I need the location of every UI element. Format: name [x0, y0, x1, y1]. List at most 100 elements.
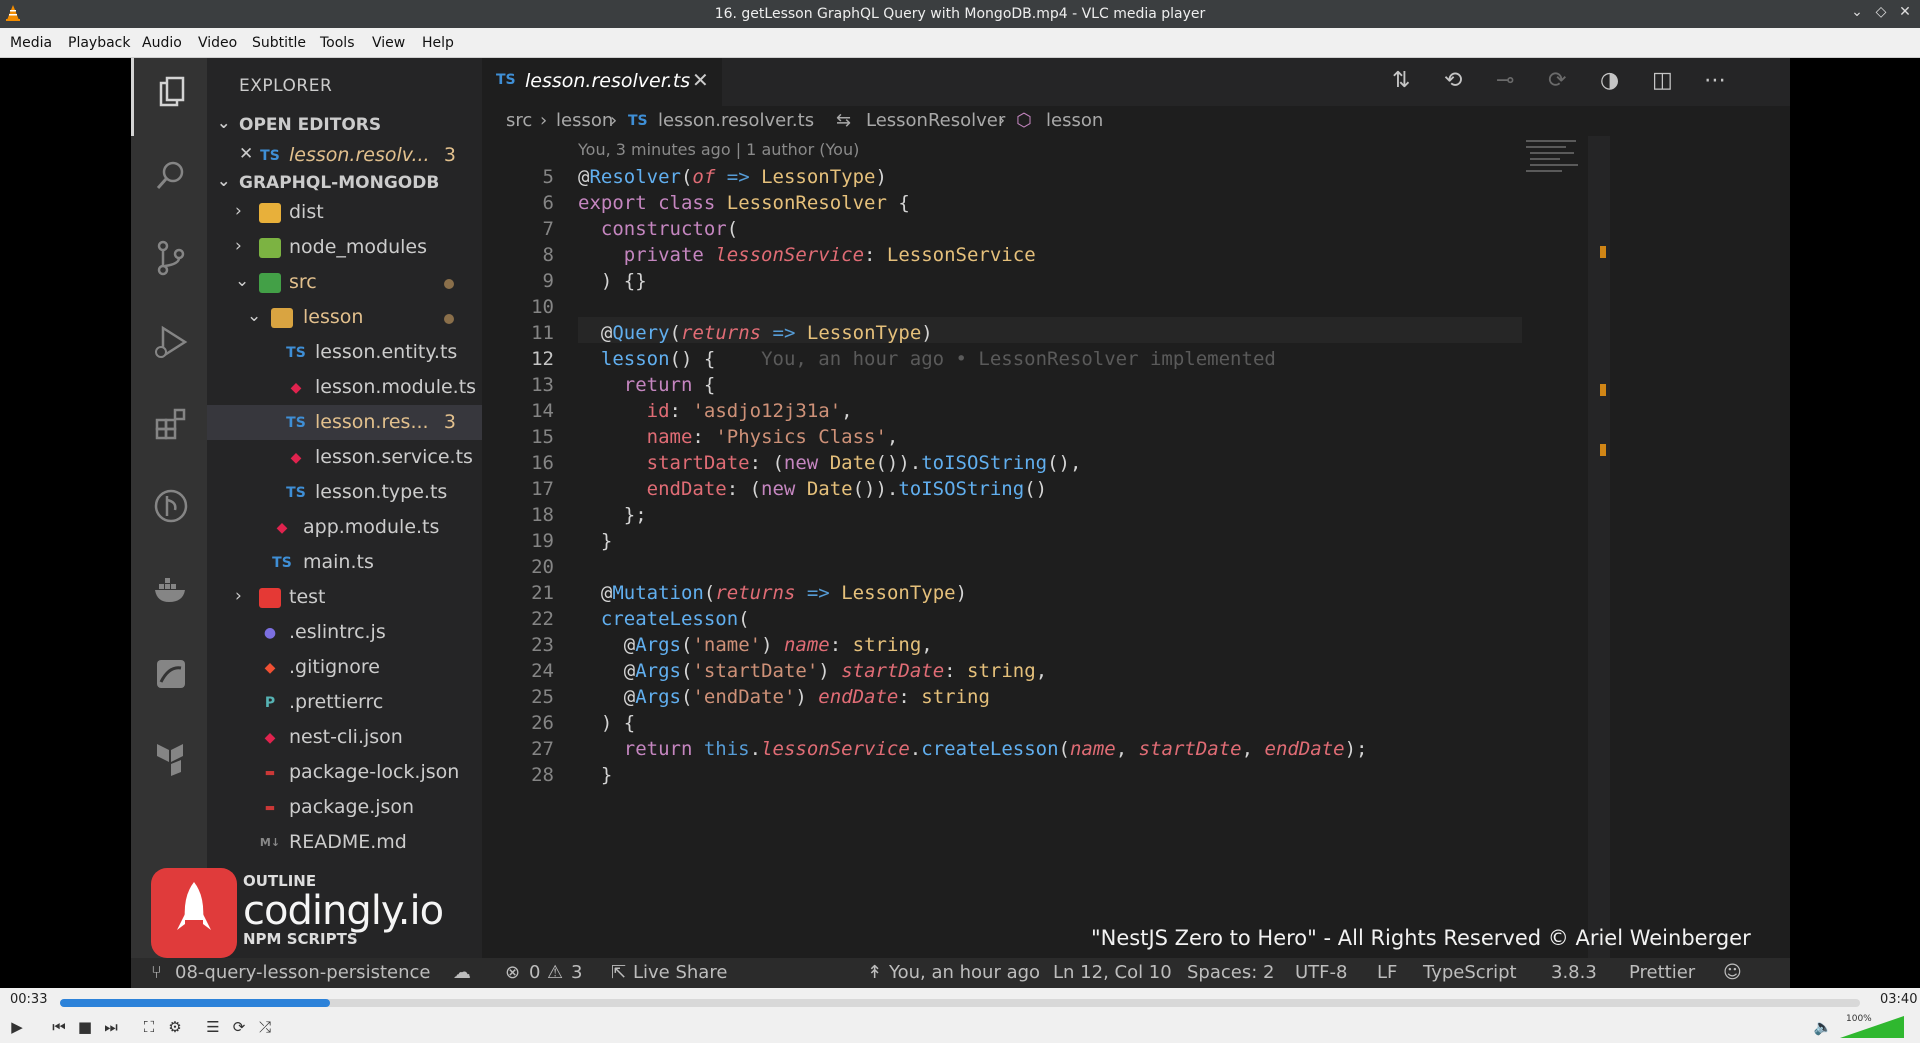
tree-item-src[interactable]: ⌄ src	[207, 265, 482, 300]
minimize-icon[interactable]: ⌄	[1848, 4, 1866, 20]
close-icon[interactable]: ✕	[239, 144, 253, 164]
previous-button[interactable]: ⏮	[48, 1016, 70, 1038]
timeline-icon[interactable]: ⊸	[1496, 68, 1514, 93]
sync-icon[interactable]: ☁	[453, 962, 471, 983]
stop-button[interactable]: ■	[74, 1016, 96, 1038]
breadcrumb-src[interactable]: src	[506, 110, 532, 131]
method-icon: ⬡	[1016, 110, 1032, 131]
elapsed-time[interactable]: 00:33	[10, 992, 47, 1007]
volume-icon[interactable]: 🔈	[1812, 1016, 1834, 1038]
tree-item-readme[interactable]: M↓ README.md	[207, 825, 482, 860]
tree-item-nest-cli[interactable]: ◆ nest-cli.json	[207, 720, 482, 755]
menu-subtitle[interactable]: Subtitle	[252, 35, 306, 51]
fullscreen-button[interactable]: ⛶	[138, 1016, 160, 1038]
tree-item-label: nest-cli.json	[289, 726, 403, 748]
split-editor-icon[interactable]: ◫	[1652, 68, 1673, 93]
breadcrumb-method[interactable]: lesson	[1046, 110, 1103, 131]
video-area[interactable]: EXPLORER ⌄ OPEN EDITORS ✕ TS lesson.reso…	[0, 58, 1920, 988]
menu-video[interactable]: Video	[198, 35, 237, 51]
tree-item-label: lesson.module.ts	[315, 376, 477, 398]
close-icon[interactable]: ✕	[692, 68, 709, 92]
menu-playback[interactable]: Playback	[68, 35, 130, 51]
tree-item-dist[interactable]: › dist	[207, 195, 482, 230]
tree-item-main[interactable]: TS main.ts	[207, 545, 482, 580]
tree-item-lesson-resolver[interactable]: TS lesson.res... 3	[207, 405, 482, 440]
shuffle-button[interactable]: ⤮	[254, 1016, 276, 1038]
encoding[interactable]: UTF-8	[1295, 962, 1347, 983]
vertical-scrollbar[interactable]	[1588, 136, 1610, 958]
tree-item-package-lock[interactable]: ▬ package-lock.json	[207, 755, 482, 790]
codelens-authors[interactable]: You, 3 minutes ago | 1 author (You)	[578, 140, 859, 159]
branch-name[interactable]: 08-query-lesson-persistence	[175, 962, 430, 983]
menu-media[interactable]: Media	[10, 35, 52, 51]
folder-icon	[271, 308, 293, 328]
nest-icon: ◆	[276, 520, 288, 536]
next-button[interactable]: ⏭	[100, 1016, 122, 1038]
go-back-icon[interactable]: ⟲	[1444, 68, 1462, 93]
warning-count[interactable]: 3	[571, 962, 582, 983]
tree-item-prettierrc[interactable]: P .prettierrc	[207, 685, 482, 720]
breadcrumb-class[interactable]: LessonResolver	[866, 110, 1005, 131]
code-editor[interactable]: You, 3 minutes ago | 1 author (You) 5 6 …	[482, 136, 1523, 958]
prettier-status[interactable]: Prettier	[1629, 962, 1695, 983]
end-of-line[interactable]: LF	[1377, 962, 1397, 983]
live-share-button[interactable]: Live Share	[633, 962, 727, 983]
status-blame[interactable]: You, an hour ago	[889, 962, 1040, 983]
project-section[interactable]: ⌄ GRAPHQL-MONGODB	[207, 168, 482, 198]
close-icon[interactable]: ✕	[1896, 4, 1914, 20]
menu-audio[interactable]: Audio	[142, 35, 182, 51]
menu-view[interactable]: View	[372, 35, 405, 51]
more-actions-icon[interactable]: ⋯	[1704, 68, 1726, 93]
volume-slider[interactable]: 100%	[1840, 1014, 1904, 1038]
line-number: 28	[531, 764, 554, 786]
ts-version[interactable]: 3.8.3	[1551, 962, 1597, 983]
loop-button[interactable]: ⟳	[228, 1016, 250, 1038]
go-forward-icon[interactable]: ⟳	[1548, 68, 1566, 93]
menu-tools[interactable]: Tools	[320, 35, 355, 51]
tree-item-lesson-entity[interactable]: TS lesson.entity.ts	[207, 335, 482, 370]
line-number: 9	[542, 270, 554, 292]
open-changes-icon[interactable]: ⇅	[1392, 68, 1410, 93]
language-mode[interactable]: TypeScript	[1423, 962, 1517, 983]
minimap[interactable]	[1522, 136, 1588, 958]
tree-item-eslintrc[interactable]: ● .eslintrc.js	[207, 615, 482, 650]
tab-lesson-resolver[interactable]: TS lesson.resolver.ts ✕	[482, 58, 722, 106]
open-editors-section[interactable]: ⌄ OPEN EDITORS	[207, 110, 482, 140]
folder-test-icon	[259, 588, 281, 608]
code-line: startDate: (new Date()).toISOString(),	[646, 452, 1082, 474]
git-icon: ◆	[264, 660, 276, 676]
project-label: GRAPHQL-MONGODB	[239, 173, 440, 193]
code-line: ) {	[600, 712, 636, 734]
seek-bar[interactable]	[60, 999, 1860, 1007]
line-number: 12	[531, 348, 554, 370]
npm-scripts-section-label[interactable]: NPM SCRIPTS	[243, 930, 358, 948]
tree-item-node-modules[interactable]: › node_modules	[207, 230, 482, 265]
code-line: lesson() { You, an hour ago • LessonReso…	[600, 348, 1276, 370]
extended-settings-button[interactable]: ⚙	[164, 1016, 186, 1038]
breadcrumb-file[interactable]: lesson.resolver.ts	[658, 110, 814, 131]
git-lens-icon[interactable]: ◑	[1600, 68, 1619, 93]
source-control-icon	[157, 240, 185, 276]
tree-item-gitignore[interactable]: ◆ .gitignore	[207, 650, 482, 685]
cursor-position[interactable]: Ln 12, Col 10	[1053, 962, 1172, 983]
extensions-icon	[155, 408, 186, 440]
tree-item-lesson-type[interactable]: TS lesson.type.ts	[207, 475, 482, 510]
playlist-button[interactable]: ☰	[202, 1016, 224, 1038]
breadcrumb-lesson[interactable]: lesson	[556, 110, 613, 131]
tree-item-lesson-service[interactable]: ◆ lesson.service.ts	[207, 440, 482, 475]
tree-item-label: README.md	[289, 831, 407, 853]
menu-help[interactable]: Help	[422, 35, 454, 51]
tree-item-app-module[interactable]: ◆ app.module.ts	[207, 510, 482, 545]
play-button[interactable]: ▶	[6, 1016, 28, 1038]
chevron-right-icon: ›	[235, 236, 242, 256]
tree-item-test[interactable]: › test	[207, 580, 482, 615]
tree-item-lesson-module[interactable]: ◆ lesson.module.ts	[207, 370, 482, 405]
indentation[interactable]: Spaces: 2	[1187, 962, 1274, 983]
tree-item-package[interactable]: ▬ package.json	[207, 790, 482, 825]
tree-item-lesson-folder[interactable]: ⌄ lesson	[207, 300, 482, 335]
error-count[interactable]: 0	[529, 962, 540, 983]
tree-item-label: node_modules	[289, 236, 428, 258]
maximize-icon[interactable]: ◇	[1872, 4, 1890, 20]
feedback-icon[interactable]: ☺	[1723, 962, 1742, 983]
